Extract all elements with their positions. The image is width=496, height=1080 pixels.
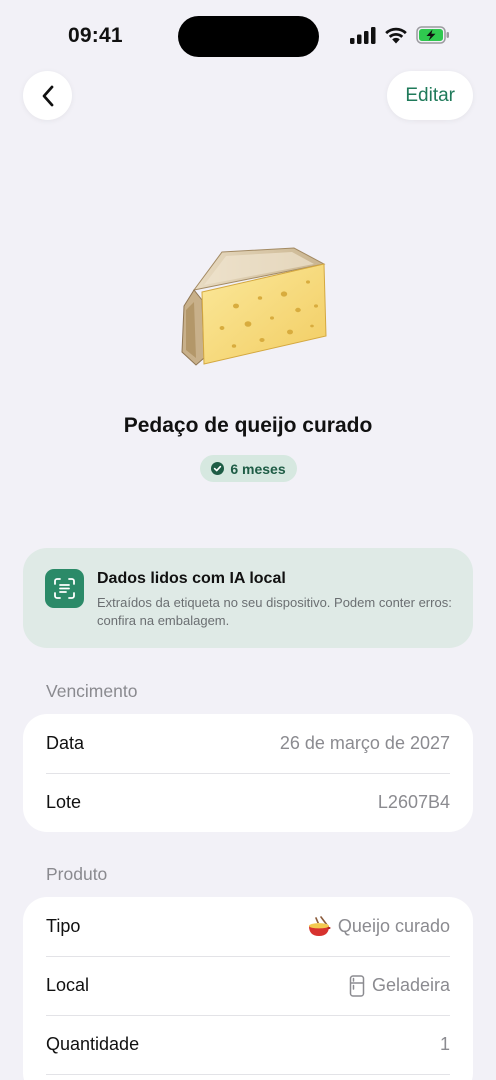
row-value: Geladeira [349, 974, 450, 997]
fridge-icon [349, 974, 365, 997]
row-label: Data [46, 733, 85, 753]
type-value: Queijo curado [337, 916, 450, 936]
product-group: Tipo Queijo curado Local Geladeira Quant… [23, 897, 473, 1080]
row-quantity[interactable]: Quantidade 1 [23, 1015, 473, 1074]
ai-notice-card: Dados lidos com IA local Extraídos da et… [23, 548, 473, 648]
back-button[interactable] [23, 71, 72, 120]
expiry-group: Data 26 de março de 2027 Lote L2607B4 [23, 714, 473, 832]
scan-text-icon [45, 569, 84, 608]
row-label: Lote [46, 792, 82, 812]
row-type[interactable]: Tipo Queijo curado [23, 897, 473, 956]
row-partial [23, 1074, 473, 1080]
row-label: Local [46, 975, 90, 995]
screen: 09:41 Editar Pedaço de queijo curado 6 m… [0, 0, 496, 1080]
cellular-signal-icon [350, 26, 376, 44]
battery-charging-icon [416, 26, 449, 44]
row-label: Tipo [46, 916, 81, 936]
wifi-icon [385, 27, 407, 44]
row-value: Queijo curado [307, 915, 450, 938]
ai-card-description: Extraídos da etiqueta no seu dispositivo… [97, 595, 452, 628]
row-value: 26 de março de 2027 [279, 733, 450, 753]
row-location[interactable]: Local Geladeira [23, 956, 473, 1015]
location-value: Geladeira [371, 975, 450, 995]
section-header-expiry: Vencimento [46, 681, 138, 701]
dynamic-island [178, 16, 319, 57]
cheese-image [181, 247, 327, 366]
check-circle-icon [211, 462, 225, 475]
ai-card-title: Dados lidos com IA local [97, 570, 286, 587]
status-time: 09:41 [68, 24, 123, 47]
row-value: L2607B4 [377, 792, 450, 812]
badge-label: 6 meses [230, 460, 286, 477]
row-batch[interactable]: Lote L2607B4 [23, 773, 473, 832]
row-value: 1 [439, 1034, 450, 1054]
fondue-emoji-icon [308, 915, 331, 936]
edit-button[interactable]: Editar [387, 71, 473, 120]
row-label: Quantidade [46, 1034, 140, 1054]
section-header-product: Produto [46, 864, 108, 884]
shelf-life-badge: 6 meses [200, 455, 297, 482]
status-icons [350, 26, 450, 44]
chevron-left-icon [42, 85, 53, 106]
product-title: Pedaço de queijo curado [123, 414, 373, 437]
row-date[interactable]: Data 26 de março de 2027 [23, 714, 473, 773]
